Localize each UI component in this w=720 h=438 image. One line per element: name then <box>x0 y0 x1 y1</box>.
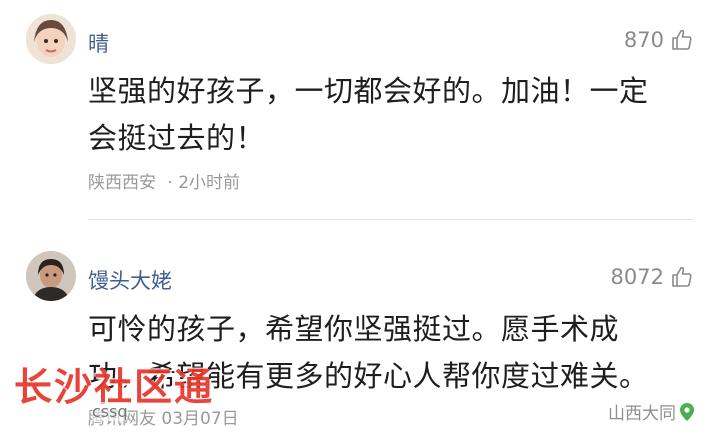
avatar[interactable] <box>26 251 76 301</box>
timestamp: · 2小时前 <box>167 173 241 193</box>
location: 山西大同 <box>608 399 694 424</box>
comment-text-line: 坚强的好孩子，一切都会好的。加油！一定 <box>88 74 649 108</box>
like-count: 870 <box>623 28 664 52</box>
comment-meta: 陕西西安 · 2小时前 <box>88 168 240 193</box>
avatar-image <box>26 14 76 64</box>
thumbs-up-icon <box>672 266 692 287</box>
location-text: 山西大同 <box>608 404 676 424</box>
location-text: 陕西西安 <box>88 173 156 193</box>
avatar-image <box>26 251 76 301</box>
username[interactable]: 晴 <box>88 28 109 58</box>
comment-text-line: 可怜的孩子，希望你坚强挺过。愿手术成 <box>88 312 620 346</box>
comment-text-line: 会挺过去的！ <box>88 121 266 155</box>
username[interactable]: 馒头大姥 <box>88 265 172 295</box>
comment-1: 晴 870 坚强的好孩子，一切都会好的。加油！一定 会挺过去的！ 陕西西安 · … <box>0 0 720 219</box>
thumbs-up-icon <box>672 29 692 50</box>
location-pin-icon <box>680 402 694 421</box>
avatar[interactable] <box>26 14 76 64</box>
like-button[interactable]: 870 <box>624 28 694 52</box>
like-button[interactable]: 8072 <box>611 265 694 289</box>
watermark-url: cssq <box>92 402 128 421</box>
like-count: 8072 <box>610 265 664 289</box>
comment-text: 坚强的好孩子，一切都会好的。加油！一定 会挺过去的！ <box>88 68 700 162</box>
